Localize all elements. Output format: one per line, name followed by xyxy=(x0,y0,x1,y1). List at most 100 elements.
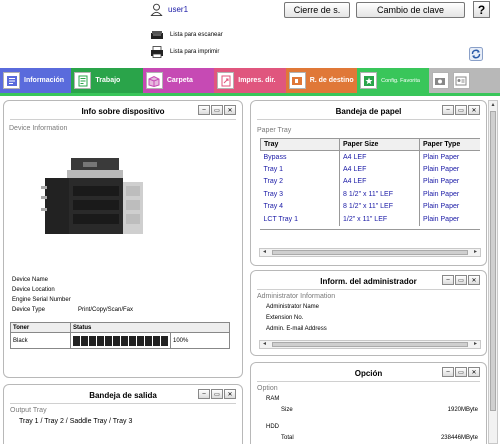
paper-table-hscrollbar[interactable]: ◂ ▸ xyxy=(259,248,481,257)
table-cell: A4 LEF xyxy=(339,163,420,176)
device-name-label: Device Name xyxy=(12,277,49,283)
device-settings-icon xyxy=(431,72,449,89)
title-divider xyxy=(10,119,236,120)
restore-button[interactable]: ▭ xyxy=(211,105,223,115)
toner-table: Toner Status Black 100% xyxy=(10,322,230,349)
toner-segment xyxy=(97,335,104,346)
table-row: Tray 48 1/2" x 11" LEF Plain Paper xyxy=(260,200,480,213)
page-vscrollbar[interactable]: ▴ xyxy=(488,100,498,444)
table-cell: LCT Tray 1 xyxy=(260,213,340,226)
minimize-button[interactable]: – xyxy=(198,105,210,115)
table-cell: A4 LEF xyxy=(339,175,420,188)
admin-hscrollbar[interactable]: ◂ ▸ xyxy=(259,340,481,349)
direct-print-icon xyxy=(217,72,235,89)
box-folder-icon xyxy=(145,72,163,89)
scroll-up-arrow[interactable]: ▴ xyxy=(489,101,497,109)
tab-carpeta[interactable]: Carpeta xyxy=(142,68,216,93)
option-section-label: Option xyxy=(257,385,278,392)
tab-underline xyxy=(0,93,500,96)
tab-label: Impres. dir. xyxy=(238,77,276,84)
minimize-button[interactable]: – xyxy=(198,389,210,399)
scroll-left-arrow[interactable]: ◂ xyxy=(260,341,269,348)
scroll-thumb[interactable] xyxy=(272,342,468,347)
scroll-right-arrow[interactable]: ▸ xyxy=(471,341,480,348)
scroll-thumb[interactable] xyxy=(490,111,496,411)
panel-window-buttons: – ▭ ✕ xyxy=(442,275,480,285)
table-cell: Tray 2 xyxy=(260,175,340,188)
table-row: Tray 38 1/2" x 11" LEF Plain Paper xyxy=(260,188,480,201)
scan-list-link[interactable]: Lista para escanear xyxy=(150,29,223,41)
printer-icon xyxy=(151,46,163,58)
table-cell: Tray 4 xyxy=(260,200,340,213)
tab-config-favorita[interactable]: Config. Favorita xyxy=(357,68,430,93)
tab-r-de-destino[interactable]: R. de destino xyxy=(285,68,359,93)
info-icon xyxy=(3,72,20,89)
close-button[interactable]: ✕ xyxy=(224,389,236,399)
toner-color: Black xyxy=(10,332,71,349)
tab-device-settings[interactable] xyxy=(428,68,500,93)
scan-list-label: Lista para escanear xyxy=(170,32,223,38)
panel-window-buttons: – ▭ ✕ xyxy=(198,389,236,399)
admin-name-label: Administrator Name xyxy=(266,304,320,310)
option-panel: Opción – ▭ ✕ Option RAM Size 1920MByte H… xyxy=(250,362,487,444)
engine-serial-label: Engine Serial Number xyxy=(12,297,71,303)
user-icon xyxy=(150,3,163,16)
table-cell: Tray 1 xyxy=(260,163,340,176)
logout-button[interactable]: Cierre de s. xyxy=(284,2,350,18)
ram-size-label: Size xyxy=(281,407,293,413)
close-button[interactable]: ✕ xyxy=(468,367,480,377)
restore-button[interactable]: ▭ xyxy=(455,105,467,115)
device-type-value: Print/Copy/Scan/Fax xyxy=(78,307,134,313)
toner-segment xyxy=(161,335,168,346)
output-tray-panel: Bandeja de salida – ▭ ✕ Output Tray Tray… xyxy=(3,384,243,444)
toner-segment xyxy=(73,335,80,346)
close-button[interactable]: ✕ xyxy=(468,105,480,115)
status-column-header: Status xyxy=(70,322,230,333)
scroll-left-arrow[interactable]: ◂ xyxy=(260,249,269,256)
close-button[interactable]: ✕ xyxy=(224,105,236,115)
close-button[interactable]: ✕ xyxy=(468,275,480,285)
table-cell: Plain Paper xyxy=(419,175,480,188)
table-cell: Plain Paper xyxy=(419,150,480,163)
title-divider xyxy=(257,289,480,290)
hdd-total-value: 238446MByte xyxy=(440,435,478,441)
paper-table-viewport[interactable]: Tray Paper Size Paper Type Bypass A4 LEF P… xyxy=(260,138,480,230)
restore-button[interactable]: ▭ xyxy=(211,389,223,399)
tab-label: Config. Favorita xyxy=(381,77,420,84)
table-cell: Plain Paper xyxy=(419,188,480,201)
tab-informacion[interactable]: Información xyxy=(0,68,73,93)
hdd-label: HDD xyxy=(266,424,279,430)
admin-email-label: Admin. E-mail Address xyxy=(266,326,327,332)
favorites-icon xyxy=(360,72,378,89)
print-list-link[interactable]: Lista para imprimir xyxy=(150,46,219,58)
minimize-button[interactable]: – xyxy=(442,275,454,285)
scroll-right-arrow[interactable]: ▸ xyxy=(471,249,480,256)
paper-tray-table: Tray Paper Size Paper Type Bypass A4 LEF P… xyxy=(260,138,480,226)
change-password-button[interactable]: Cambio de clave xyxy=(356,2,465,18)
minimize-button[interactable]: – xyxy=(442,367,454,377)
extension-no-label: Extension No. xyxy=(266,315,304,321)
id-card-icon xyxy=(452,72,470,89)
tray-column-header: Tray xyxy=(260,138,340,151)
panel-window-buttons: – ▭ ✕ xyxy=(442,367,480,377)
scroll-thumb[interactable] xyxy=(272,250,468,255)
device-location-label: Device Location xyxy=(12,287,55,293)
minimize-button[interactable]: – xyxy=(442,105,454,115)
print-list-label: Lista para imprimir xyxy=(170,49,220,55)
tab-impres-dir[interactable]: Impres. dir. xyxy=(214,68,288,93)
panel-window-buttons: – ▭ ✕ xyxy=(442,105,480,115)
tab-trabajo[interactable]: Trabajo xyxy=(71,68,145,93)
toner-level-text: 100% xyxy=(170,332,230,349)
table-cell: 8 1/2" x 11" LEF xyxy=(339,188,420,201)
refresh-icon[interactable] xyxy=(469,47,483,61)
ram-label: RAM xyxy=(266,396,280,402)
device-section-label: Device Information xyxy=(9,125,68,132)
restore-button[interactable]: ▭ xyxy=(455,275,467,285)
output-tray-list: Tray 1 / Tray 2 / Saddle Tray / Tray 3 xyxy=(19,418,133,425)
table-cell: Tray 3 xyxy=(260,188,340,201)
restore-button[interactable]: ▭ xyxy=(455,367,467,377)
tab-label: Información xyxy=(24,77,65,84)
help-button[interactable]: ? xyxy=(473,1,490,18)
toner-segment xyxy=(113,335,120,346)
paper-tray-panel: Bandeja de papel – ▭ ✕ Paper Tray Tray P… xyxy=(250,100,487,266)
